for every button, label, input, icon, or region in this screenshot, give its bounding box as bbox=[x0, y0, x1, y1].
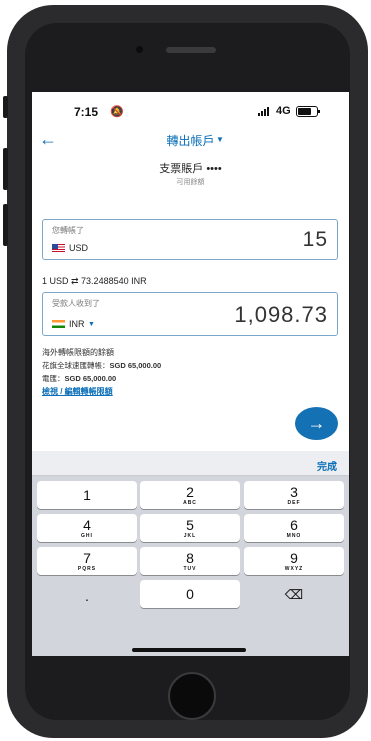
receive-amount-label: 受款人收到了 bbox=[52, 299, 100, 308]
numeric-keyboard: 完成 1 2 ABC 3 DEF 4 GHI 5 JKL 6 MNO 7 PQRS 8 TUV… bbox=[32, 451, 349, 656]
us-flag-icon bbox=[52, 244, 65, 252]
limit-line-wire: 電匯：SGD 65,000.00 bbox=[42, 373, 116, 384]
key-8[interactable]: 8 TUV bbox=[140, 547, 240, 575]
key-backspace[interactable]: ⌫ bbox=[244, 580, 344, 608]
caret-down-icon[interactable]: ▼ bbox=[216, 135, 224, 144]
send-amount-label: 您轉帳了 bbox=[52, 226, 84, 235]
backspace-icon[interactable]: ⌫ bbox=[244, 580, 344, 603]
receive-amount-value: 1,098.73 bbox=[234, 302, 328, 327]
limit-wire-label: 電匯： bbox=[42, 374, 65, 383]
volume-up-button bbox=[3, 148, 8, 190]
home-button[interactable] bbox=[168, 672, 216, 720]
volume-down-button bbox=[3, 204, 8, 246]
network-type: 4G bbox=[276, 105, 291, 117]
send-amount-field[interactable]: 您轉帳了 USD 15 bbox=[42, 219, 338, 260]
available-balance-label: 可用餘額 bbox=[176, 179, 205, 186]
signal-icon bbox=[258, 106, 269, 116]
key-1[interactable]: 1 bbox=[37, 481, 137, 509]
limits-title: 海外轉帳限額的餘額 bbox=[42, 348, 114, 357]
done-button[interactable]: 完成 bbox=[317, 458, 337, 473]
status-time: 7:15 bbox=[74, 105, 99, 119]
key-dot[interactable]: . bbox=[37, 580, 137, 608]
home-indicator bbox=[132, 648, 246, 652]
limit-global-value: SGD 65,000.00 bbox=[109, 361, 162, 370]
account-name: 支票賬戶 •••• bbox=[159, 163, 222, 175]
next-arrow-button[interactable]: → bbox=[295, 407, 338, 440]
key-3[interactable]: 3 DEF bbox=[244, 481, 344, 509]
earpiece-speaker bbox=[166, 47, 216, 53]
arrow-left-icon[interactable]: ← bbox=[39, 129, 57, 149]
key-7[interactable]: 7 PQRS bbox=[37, 547, 137, 575]
battery-icon bbox=[296, 106, 320, 117]
edit-limits-link[interactable]: 檢視 / 編輯轉帳限額 bbox=[42, 386, 113, 397]
keyboard-toolbar: 完成 bbox=[32, 451, 349, 476]
limit-wire-value: SGD 65,000.00 bbox=[64, 374, 117, 383]
india-flag-icon bbox=[52, 320, 65, 328]
limit-global-label: 花旗全球速匯轉帳： bbox=[42, 361, 110, 370]
mute-switch bbox=[3, 96, 8, 118]
key-6[interactable]: 6 MNO bbox=[244, 514, 344, 542]
key-5[interactable]: 5 JKL bbox=[140, 514, 240, 542]
silent-bell-icon: 🔕 bbox=[110, 106, 124, 118]
key-2[interactable]: 2 ABC bbox=[140, 481, 240, 509]
currency-caret-icon[interactable]: ▼ bbox=[88, 321, 95, 328]
exchange-rate: 1 USD ⇄ 73.2488540 INR bbox=[42, 276, 147, 286]
receive-amount-field[interactable]: 受款人收到了 INR ▼ 1,098.73 bbox=[42, 292, 338, 336]
nav-bar: ← 轉出帳戶 ▼ bbox=[32, 128, 349, 154]
key-4[interactable]: 4 GHI bbox=[37, 514, 137, 542]
key-0[interactable]: 0 bbox=[140, 580, 240, 608]
app-screen: 7:15 🔕 4G ← 轉出帳戶 ▼ 支票賬戶 •••• 可用餘額 您轉帳了 U… bbox=[32, 92, 349, 656]
account-selector[interactable]: 轉出帳戶 bbox=[132, 132, 249, 149]
limit-line-global: 花旗全球速匯轉帳：SGD 65,000.00 bbox=[42, 360, 161, 371]
send-currency: USD bbox=[69, 243, 89, 253]
key-9[interactable]: 9 WXYZ bbox=[244, 547, 344, 575]
receive-currency[interactable]: INR bbox=[69, 319, 85, 329]
front-camera bbox=[136, 46, 143, 53]
status-bar: 7:15 🔕 4G bbox=[32, 92, 349, 128]
send-amount-value[interactable]: 15 bbox=[303, 228, 328, 252]
